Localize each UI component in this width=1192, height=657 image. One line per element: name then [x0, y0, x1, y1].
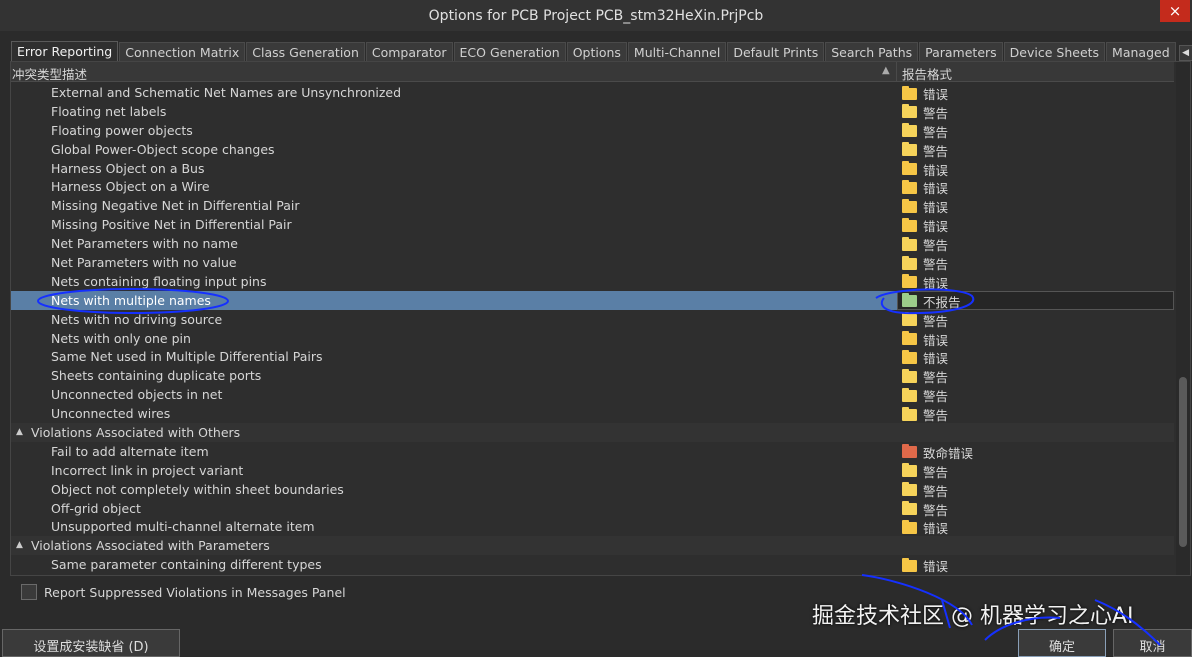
annotation-stroke-ok-2	[941, 599, 1061, 641]
annotation-stroke-cancel	[1094, 599, 1161, 646]
annotation-stroke-ok	[861, 574, 973, 626]
annotation-circle-name	[37, 288, 229, 314]
pen-annotations	[37, 288, 1161, 646]
annotation-circle-status	[875, 288, 975, 315]
